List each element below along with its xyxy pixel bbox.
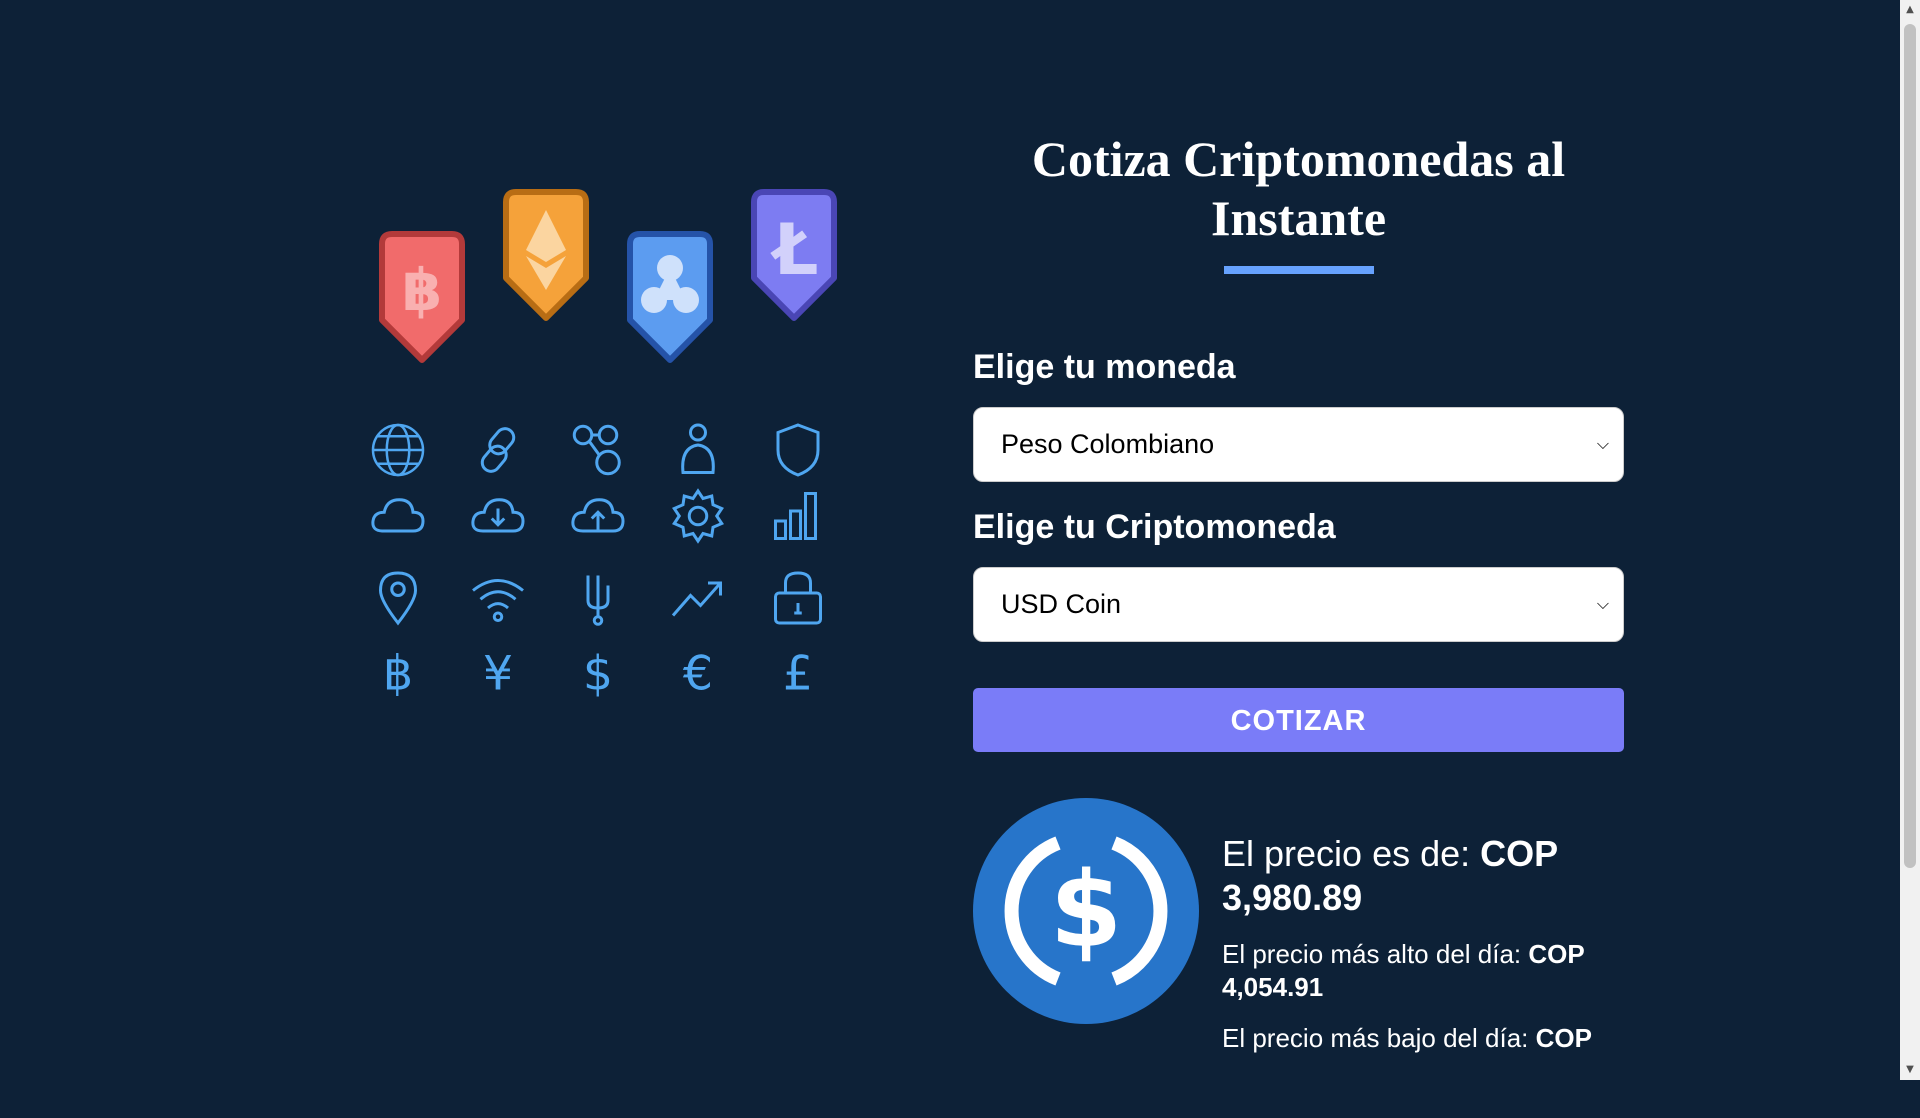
cloud-icon [371, 498, 425, 533]
bitcoin-badge-icon: ฿ [379, 231, 465, 363]
svg-text:$: $ [1050, 849, 1122, 971]
currency-select-value: Peso Colombiano [1001, 429, 1215, 459]
currency-label: Elige tu moneda [973, 348, 1236, 386]
price-line: El precio es de: COP 3,980.89 [1222, 832, 1624, 920]
shield-icon [776, 423, 820, 477]
currency-select[interactable]: Peso Colombiano ⌵ [973, 407, 1624, 482]
cloud-upload-icon [571, 498, 625, 533]
usdc-logo-icon: $ [973, 798, 1199, 1024]
low-price-value: COP [1535, 1023, 1592, 1053]
network-nodes-icon [572, 424, 621, 476]
wifi-icon [472, 579, 524, 622]
yen-icon: ¥ [483, 647, 513, 702]
quote-button[interactable]: COTIZAR [973, 688, 1624, 752]
ripple-badge-icon [627, 231, 713, 363]
vertical-scrollbar[interactable]: ▲ ▼ [1900, 0, 1920, 1080]
cloud-download-icon [471, 498, 525, 533]
user-icon [681, 423, 715, 474]
crypto-label: Elige tu Criptomoneda [973, 508, 1336, 546]
link-icon [480, 427, 516, 473]
chevron-down-icon: ⌵ [1596, 436, 1609, 453]
ethereum-badge-icon [503, 189, 589, 321]
title-underline [1223, 266, 1374, 274]
svg-text:฿: ฿ [402, 256, 442, 324]
bitcoin-icon: ฿ [383, 647, 413, 702]
low-price-label: El precio más bajo del día: [1222, 1023, 1529, 1053]
bar-chart-icon [774, 492, 817, 540]
lock-icon [774, 571, 822, 625]
svg-text:Ł: Ł [770, 209, 819, 291]
quote-result: $ El precio es de: COP 3,980.89 El preci… [973, 798, 1624, 1118]
litecoin-badge-icon: Ł [751, 189, 837, 321]
crypto-select-value: USD Coin [1001, 589, 1122, 619]
euro-icon: € [683, 647, 713, 702]
pound-icon: £ [783, 647, 813, 702]
chevron-down-icon: ⌵ [1596, 596, 1609, 613]
scroll-down-icon[interactable]: ▼ [1900, 1060, 1920, 1080]
page-title: Cotiza Criptomonedas al Instante [1031, 131, 1566, 246]
globe-icon [371, 423, 425, 477]
high-price-label: El precio más alto del día: [1222, 939, 1522, 969]
dollar-icon: $ [583, 647, 613, 702]
crypto-illustration: ฿ Ł ฿ ¥ $ € £ [364, 180, 854, 702]
usb-fork-icon [586, 575, 610, 626]
high-price-line: El precio más alto del día: COP 4,054.91 [1222, 938, 1624, 1004]
svg-text:$: $ [583, 647, 613, 702]
scroll-up-icon[interactable]: ▲ [1900, 0, 1920, 20]
result-text: El precio es de: COP 3,980.89 El precio … [1222, 832, 1624, 1055]
crypto-select[interactable]: USD Coin ⌵ [973, 567, 1624, 642]
trending-up-icon [671, 581, 722, 617]
scrollbar-thumb[interactable] [1904, 24, 1916, 868]
quote-panel: Cotiza Criptomonedas al Instante Elige t… [973, 130, 1624, 1118]
price-label: El precio es de: [1222, 833, 1471, 874]
gear-icon [672, 488, 724, 544]
svg-text:€: € [683, 647, 713, 702]
svg-text:¥: ¥ [483, 647, 513, 702]
location-pin-icon [378, 571, 418, 626]
svg-text:฿: ฿ [383, 647, 413, 702]
low-price-line: El precio más bajo del día: COP [1222, 1022, 1624, 1055]
svg-text:£: £ [783, 647, 813, 702]
